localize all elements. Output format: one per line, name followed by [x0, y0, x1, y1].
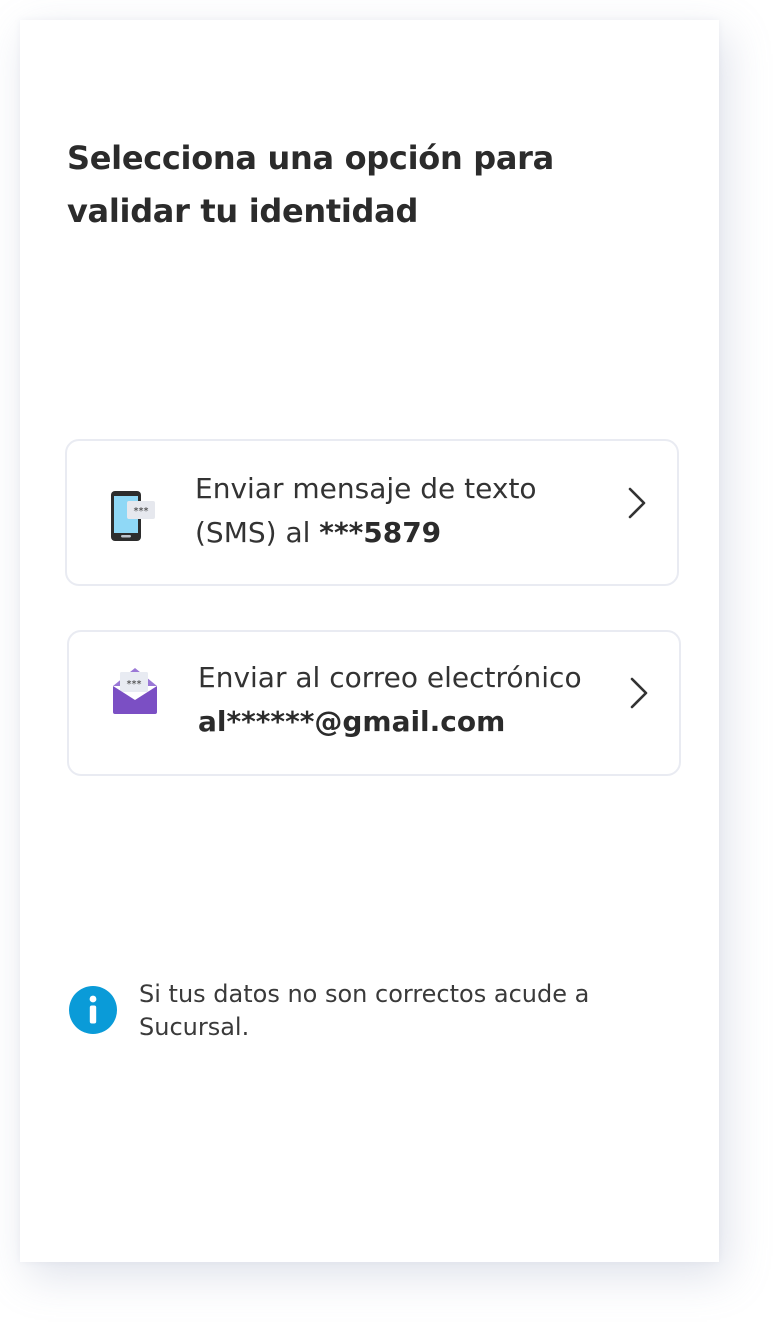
svg-text:***: ***	[127, 679, 142, 690]
chevron-right-icon	[628, 487, 646, 519]
email-option-card[interactable]: *** Enviar al correo electrónico al*****…	[67, 630, 681, 776]
validation-screen: Selecciona una opción para validar tu id…	[20, 20, 719, 1262]
sms-option-line2: (SMS) al ***5879	[195, 511, 595, 555]
sms-option-line1: Enviar mensaje de texto	[195, 472, 537, 505]
svg-text:***: ***	[134, 506, 149, 517]
email-option-text: Enviar al correo electrónico al******@gm…	[198, 656, 598, 744]
envelope-icon: ***	[113, 668, 157, 714]
info-message: Si tus datos no son correctos acude a Su…	[139, 980, 590, 1041]
email-masked: al******@gmail.com	[198, 705, 506, 738]
chevron-right-icon	[630, 677, 648, 709]
sms-option-text: Enviar mensaje de texto (SMS) al ***5879	[195, 467, 595, 555]
phone-sms-icon: ***	[111, 491, 155, 541]
info-icon	[69, 986, 117, 1034]
email-option-line1: Enviar al correo electrónico	[198, 661, 582, 694]
page-title: Selecciona una opción para validar tu id…	[67, 139, 554, 230]
sms-phone-masked: ***5879	[319, 516, 442, 549]
email-option-line2: al******@gmail.com	[198, 700, 598, 744]
sms-option-card[interactable]: *** Enviar mensaje de texto (SMS) al ***…	[65, 439, 679, 586]
sms-option-prefix: (SMS) al	[195, 516, 320, 549]
